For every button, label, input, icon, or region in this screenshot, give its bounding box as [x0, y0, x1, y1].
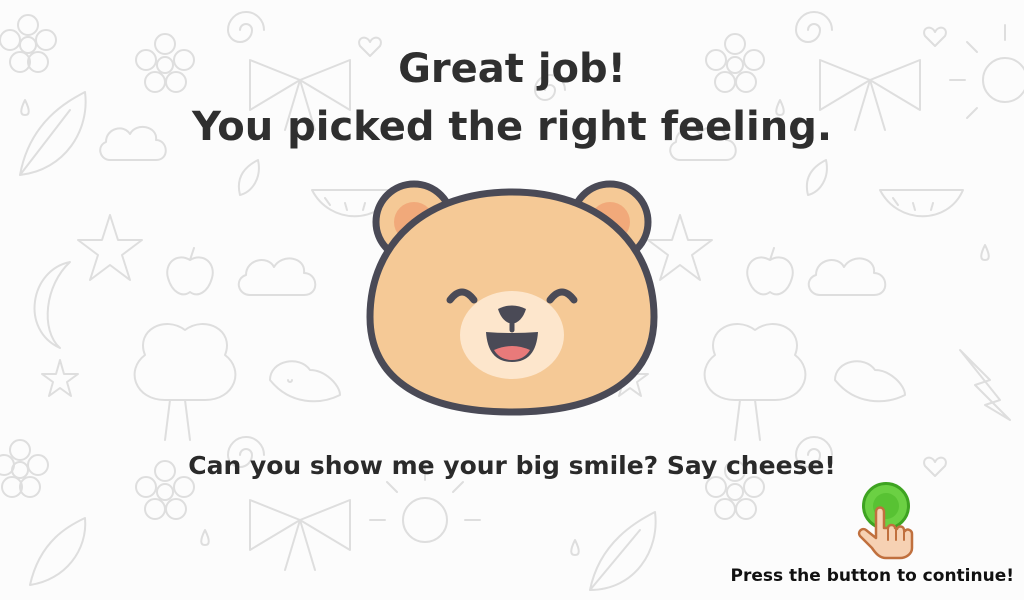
leaf-doodle: [589, 511, 657, 591]
leaf-doodle: [29, 517, 87, 586]
drop-doodle: [570, 539, 580, 556]
instruction-prompt: Can you show me your big smile? Say chee…: [188, 451, 836, 480]
continue-hint: Press the button to continue!: [730, 566, 1014, 586]
lightning-doodle: [959, 349, 1011, 421]
pointing-hand-icon: [857, 506, 914, 560]
spiral-doodle: [795, 11, 833, 43]
moon-doodle: [33, 261, 71, 349]
bird-doodle: [269, 360, 341, 403]
bow-doodle: [249, 499, 351, 571]
leaf-doodle: [237, 159, 260, 196]
apple-doodle: [166, 247, 214, 296]
watermelon-doodle: [879, 189, 964, 218]
cloud-doodle: [807, 257, 887, 296]
feedback-subtitle: You picked the right feeling.: [191, 104, 833, 150]
bear-face-illustration: [362, 172, 662, 432]
spiral-doodle: [227, 11, 265, 43]
bird-doodle: [834, 360, 906, 403]
cloud-doodle: [237, 257, 317, 296]
tree-doodle: [133, 323, 237, 441]
drop-doodle: [980, 244, 990, 261]
feedback-title: Great job!: [398, 46, 626, 92]
drop-doodle: [200, 529, 210, 546]
star-doodle: [41, 359, 79, 397]
tree-doodle: [703, 323, 807, 441]
leaf-doodle: [805, 159, 828, 196]
feedback-message: Great job! You picked the right feeling.: [0, 40, 1024, 156]
star-doodle: [77, 214, 143, 281]
apple-doodle: [746, 247, 794, 296]
